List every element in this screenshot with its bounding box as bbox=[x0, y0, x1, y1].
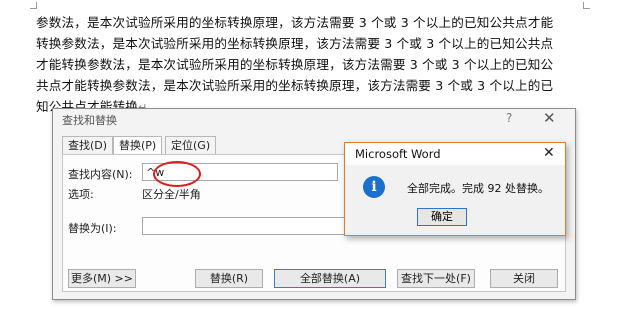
replace-with-label: 替换为(I): bbox=[68, 222, 117, 235]
tab-find[interactable]: 查找(D) bbox=[62, 136, 114, 154]
replace-button[interactable]: 替换(R) bbox=[195, 269, 263, 288]
replace-all-button[interactable]: 全部替换(A) bbox=[274, 269, 386, 288]
ok-button[interactable]: 确定 bbox=[417, 208, 467, 226]
page-corner-mark-right bbox=[583, 2, 590, 9]
close-button[interactable]: 关闭 bbox=[490, 269, 558, 288]
message-box-title: Microsoft Word bbox=[355, 147, 441, 161]
document-line: 共点才能转换参数法，是本次试验所采用的坐标转换原理，该方法需要 3 个或 3 个… bbox=[36, 78, 554, 93]
document-body[interactable]: 参数法，是本次试验所采用的坐标转换原理，该方法需要 3 个或 3 个以上的已知公… bbox=[36, 12, 606, 117]
more-button[interactable]: 更多(M) >> bbox=[68, 269, 136, 288]
help-icon[interactable]: ? bbox=[506, 111, 512, 125]
page-corner-mark-left bbox=[30, 2, 37, 9]
info-icon: i bbox=[363, 176, 385, 198]
message-box-body: i 全部完成。完成 92 处替换。 确定 bbox=[345, 165, 565, 235]
document-line: 参数法，是本次试验所采用的坐标转换原理，该方法需要 3 个或 3 个以上的已知公… bbox=[36, 15, 554, 30]
find-what-label: 查找内容(N): bbox=[68, 168, 133, 181]
tab-replace[interactable]: 替换(P) bbox=[113, 136, 163, 155]
document-line: 才能转换参数法，是本次试验所采用的坐标转换原理，该方法需要 3 个或 3 个以上… bbox=[36, 57, 554, 72]
highlight-annotation bbox=[153, 161, 201, 187]
document-line: 转换参数法，是本次试验所采用的坐标转换原理，该方法需要 3 个或 3 个以上的已… bbox=[36, 36, 554, 51]
options-label: 选项: bbox=[68, 188, 94, 201]
tab-goto[interactable]: 定位(G) bbox=[165, 136, 217, 154]
options-value: 区分全/半角 bbox=[142, 188, 201, 201]
message-box-close-icon[interactable]: ✕ bbox=[543, 145, 555, 161]
dialog-title: 查找和替换 bbox=[62, 114, 117, 127]
find-next-button[interactable]: 查找下一处(F) bbox=[397, 269, 475, 288]
message-text: 全部完成。完成 92 处替换。 bbox=[407, 182, 549, 195]
message-box: Microsoft Word ✕ i 全部完成。完成 92 处替换。 确定 bbox=[344, 142, 566, 236]
dialog-close-icon[interactable]: ✕ bbox=[543, 109, 556, 127]
